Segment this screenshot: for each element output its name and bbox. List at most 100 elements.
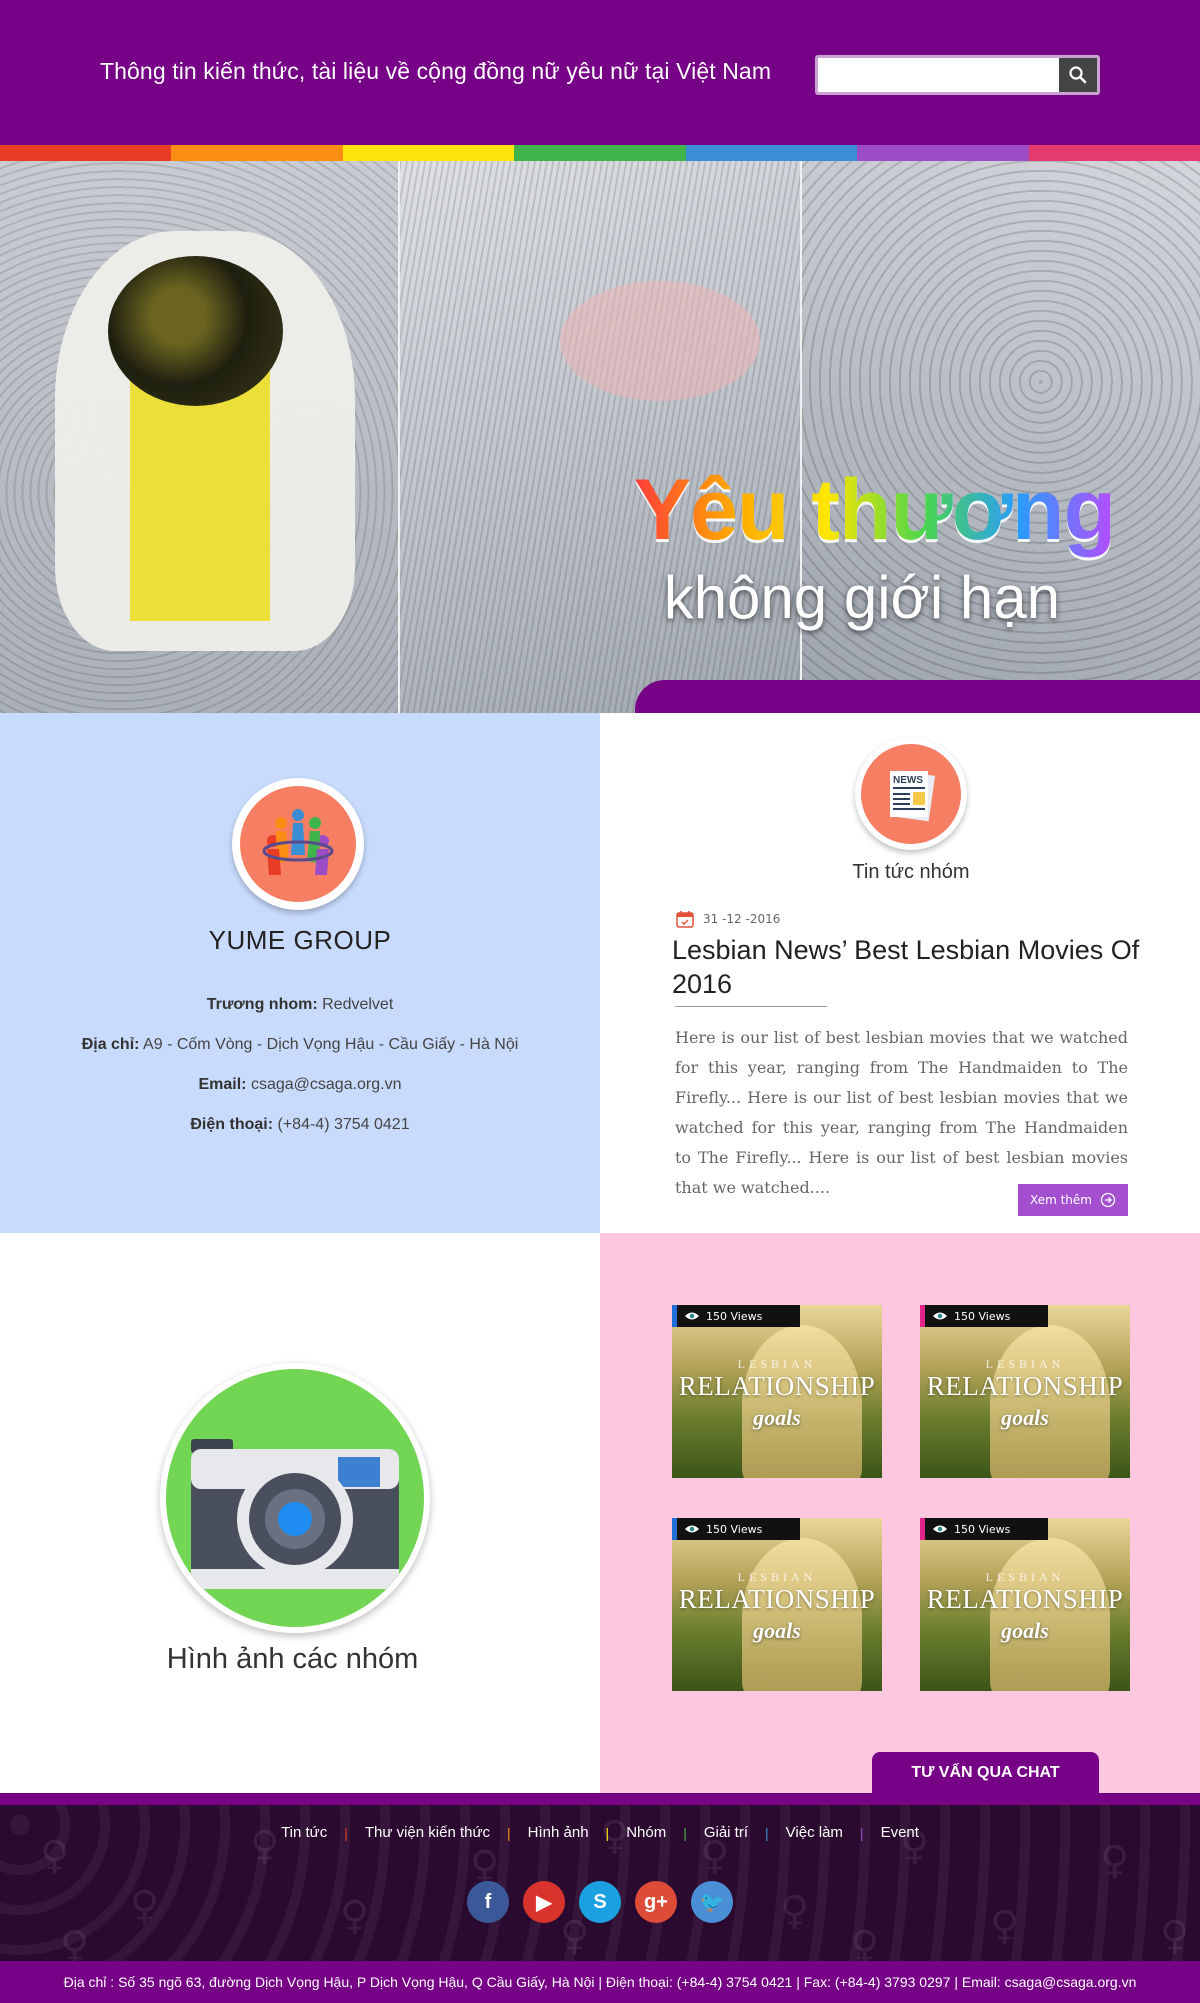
footer-nav-link[interactable]: Việc làm xyxy=(769,1824,860,1841)
news-title-underline xyxy=(675,1006,827,1007)
camera-badge xyxy=(160,1363,430,1633)
views-count: 150 Views xyxy=(706,1522,763,1536)
group-leader: Trương nhom: Redvelvet xyxy=(0,996,600,1014)
chat-consult-button[interactable]: TƯ VẤN QUA CHAT xyxy=(872,1752,1099,1794)
thumb-caption-script: goals xyxy=(1001,1618,1049,1643)
thumb-caption-small: LESBIAN xyxy=(737,1357,817,1371)
group-address: Địa chỉ: A9 - Cốm Vòng - Dịch Vọng Hậu -… xyxy=(0,1036,600,1054)
group-logo xyxy=(232,778,364,910)
thumb-caption-big: RELATIONSHIP xyxy=(926,1584,1124,1614)
group-email-value[interactable]: csaga@csaga.org.vn xyxy=(251,1076,402,1093)
rainbow-segment xyxy=(514,145,686,161)
youtube-icon[interactable]: ▶ xyxy=(523,1881,565,1923)
news-section: NEWS Tin tức nhóm 31 -12 -2016 Lesbian N… xyxy=(600,713,1200,1233)
search-icon xyxy=(1069,66,1087,84)
thumb-caption-big: RELATIONSHIP xyxy=(678,1371,876,1401)
photos-intro-section: Hình ảnh các nhóm xyxy=(0,1233,600,1793)
group-address-label: Địa chỉ: xyxy=(81,1036,140,1053)
hero-tab xyxy=(635,680,1200,713)
news-date: 31 -12 -2016 xyxy=(675,909,780,929)
thumb-caption-small: LESBIAN xyxy=(985,1570,1065,1584)
hero-art-shape xyxy=(560,281,760,401)
views-count: 150 Views xyxy=(706,1309,763,1323)
group-email: Email: csaga@csaga.org.vn xyxy=(0,1076,600,1094)
eye-icon xyxy=(933,1312,947,1320)
photo-thumbnail[interactable]: 150 Views LESBIAN RELATIONSHIP goals xyxy=(672,1305,882,1478)
female-symbol-icon: ♀ xyxy=(1100,1838,1130,1884)
footer-nav-link[interactable]: Nhóm xyxy=(609,1824,683,1841)
svg-text:NEWS: NEWS xyxy=(893,775,923,786)
group-address-value: A9 - Cốm Vòng - Dịch Vọng Hậu - Cầu Giấy… xyxy=(143,1036,519,1053)
news-excerpt: Here is our list of best lesbian movies … xyxy=(675,1028,1128,1197)
google-plus-icon[interactable]: g+ xyxy=(635,1881,677,1923)
skype-icon[interactable]: S xyxy=(579,1881,621,1923)
group-leader-label: Trương nhom: xyxy=(206,996,318,1013)
news-title[interactable]: Lesbian News’ Best Lesbian Movies Of 201… xyxy=(672,933,1142,1001)
rainbow-segment xyxy=(171,145,343,161)
search-box[interactable] xyxy=(815,55,1100,95)
footer-nav-link[interactable]: Thư viện kiến thức xyxy=(348,1824,507,1841)
group-leader-value: Redvelvet xyxy=(322,996,394,1013)
thumb-caption-script: goals xyxy=(753,1405,801,1430)
eye-icon xyxy=(933,1525,947,1533)
views-badge: 150 Views xyxy=(672,1305,800,1327)
eye-icon xyxy=(685,1525,699,1533)
thumb-caption-big: RELATIONSHIP xyxy=(678,1584,876,1614)
views-count: 150 Views xyxy=(954,1522,1011,1536)
views-badge-bar xyxy=(920,1518,925,1540)
footer-nav-link[interactable]: Tin tức xyxy=(264,1824,344,1841)
site-header: Thông tin kiến thức, tài liệu về cộng đồ… xyxy=(0,0,1200,145)
news-icon-badge: NEWS xyxy=(855,738,967,850)
views-badge-bar xyxy=(672,1305,677,1327)
group-info-section: YUME GROUP Trương nhom: Redvelvet Địa ch… xyxy=(0,713,600,1233)
search-input[interactable] xyxy=(818,58,1059,92)
thumb-caption-script: goals xyxy=(1001,1405,1049,1430)
hero-subtitle: không giới hạn xyxy=(663,564,1060,631)
site-tagline: Thông tin kiến thức, tài liệu về cộng đồ… xyxy=(100,58,772,84)
site-footer: ♀ ♀ ♀ ♀ ♀ ♀ ♀ ♀ ♀ ♀ ♀ ♀ ♀ ♀ ♀ Tin tức | Thư viện kiến th… xyxy=(0,1793,1200,2003)
thumb-caption-small: LESBIAN xyxy=(737,1570,817,1584)
rainbow-segment xyxy=(0,145,172,161)
views-badge: 150 Views xyxy=(672,1518,800,1540)
views-badge-bar xyxy=(920,1305,925,1327)
hero-banner: Yêu thương Yêu thương không giới hạn xyxy=(0,161,1200,713)
photo-gallery: 150 Views LESBIAN RELATIONSHIP goals 150… xyxy=(600,1233,1200,1793)
news-date-text: 31 -12 -2016 xyxy=(703,912,781,926)
read-more-button[interactable]: Xem thêm xyxy=(1018,1184,1128,1216)
group-phone-label: Điện thoại: xyxy=(190,1116,274,1133)
arrow-circle-right-icon xyxy=(1100,1192,1116,1208)
footer-nav-link[interactable]: Event xyxy=(864,1824,936,1841)
read-more-label: Xem thêm xyxy=(1030,1193,1092,1207)
footer-nav-link[interactable]: Giải trí xyxy=(687,1824,765,1841)
eye-icon xyxy=(685,1312,699,1320)
thumb-caption-small: LESBIAN xyxy=(985,1357,1065,1371)
group-email-label: Email: xyxy=(198,1076,247,1093)
rainbow-segment xyxy=(1028,145,1200,161)
thumb-caption-big: RELATIONSHIP xyxy=(926,1371,1124,1401)
rainbow-segment xyxy=(685,145,858,161)
thumb-caption-script: goals xyxy=(753,1618,801,1643)
views-badge: 150 Views xyxy=(920,1305,1048,1327)
search-button[interactable] xyxy=(1059,58,1097,92)
views-badge-bar xyxy=(672,1518,677,1540)
group-name: YUME GROUP xyxy=(208,925,392,955)
people-circle-icon xyxy=(262,809,334,875)
footer-contact-bar: Địa chỉ : Số 35 ngõ 63, đường Dịch Vọng … xyxy=(0,1961,1200,2003)
photo-thumbnail[interactable]: 150 Views LESBIAN RELATIONSHIP goals xyxy=(672,1518,882,1691)
facebook-icon[interactable]: f xyxy=(467,1881,509,1923)
footer-nav-link[interactable]: Hình ảnh xyxy=(511,1824,606,1841)
photo-thumbnail[interactable]: 150 Views LESBIAN RELATIONSHIP goals xyxy=(920,1518,1130,1691)
news-section-heading: Tin tức nhóm xyxy=(852,861,970,883)
twitter-icon[interactable]: 🐦 xyxy=(691,1881,733,1923)
calendar-icon xyxy=(676,911,694,928)
footer-nav: Tin tức | Thư viện kiến thức | Hình ảnh | Nhóm… xyxy=(0,1824,1200,1841)
photo-thumbnail[interactable]: 150 Views LESBIAN RELATIONSHIP goals xyxy=(920,1305,1130,1478)
footer-top-bar xyxy=(0,1793,1200,1805)
newspaper-icon: NEWS xyxy=(890,770,936,822)
views-badge: 150 Views xyxy=(920,1518,1048,1540)
rainbow-strip xyxy=(0,145,1200,161)
hero-divider xyxy=(398,161,400,713)
hero-art-shape xyxy=(108,256,283,406)
views-count: 150 Views xyxy=(954,1309,1011,1323)
rainbow-segment xyxy=(857,145,1029,161)
